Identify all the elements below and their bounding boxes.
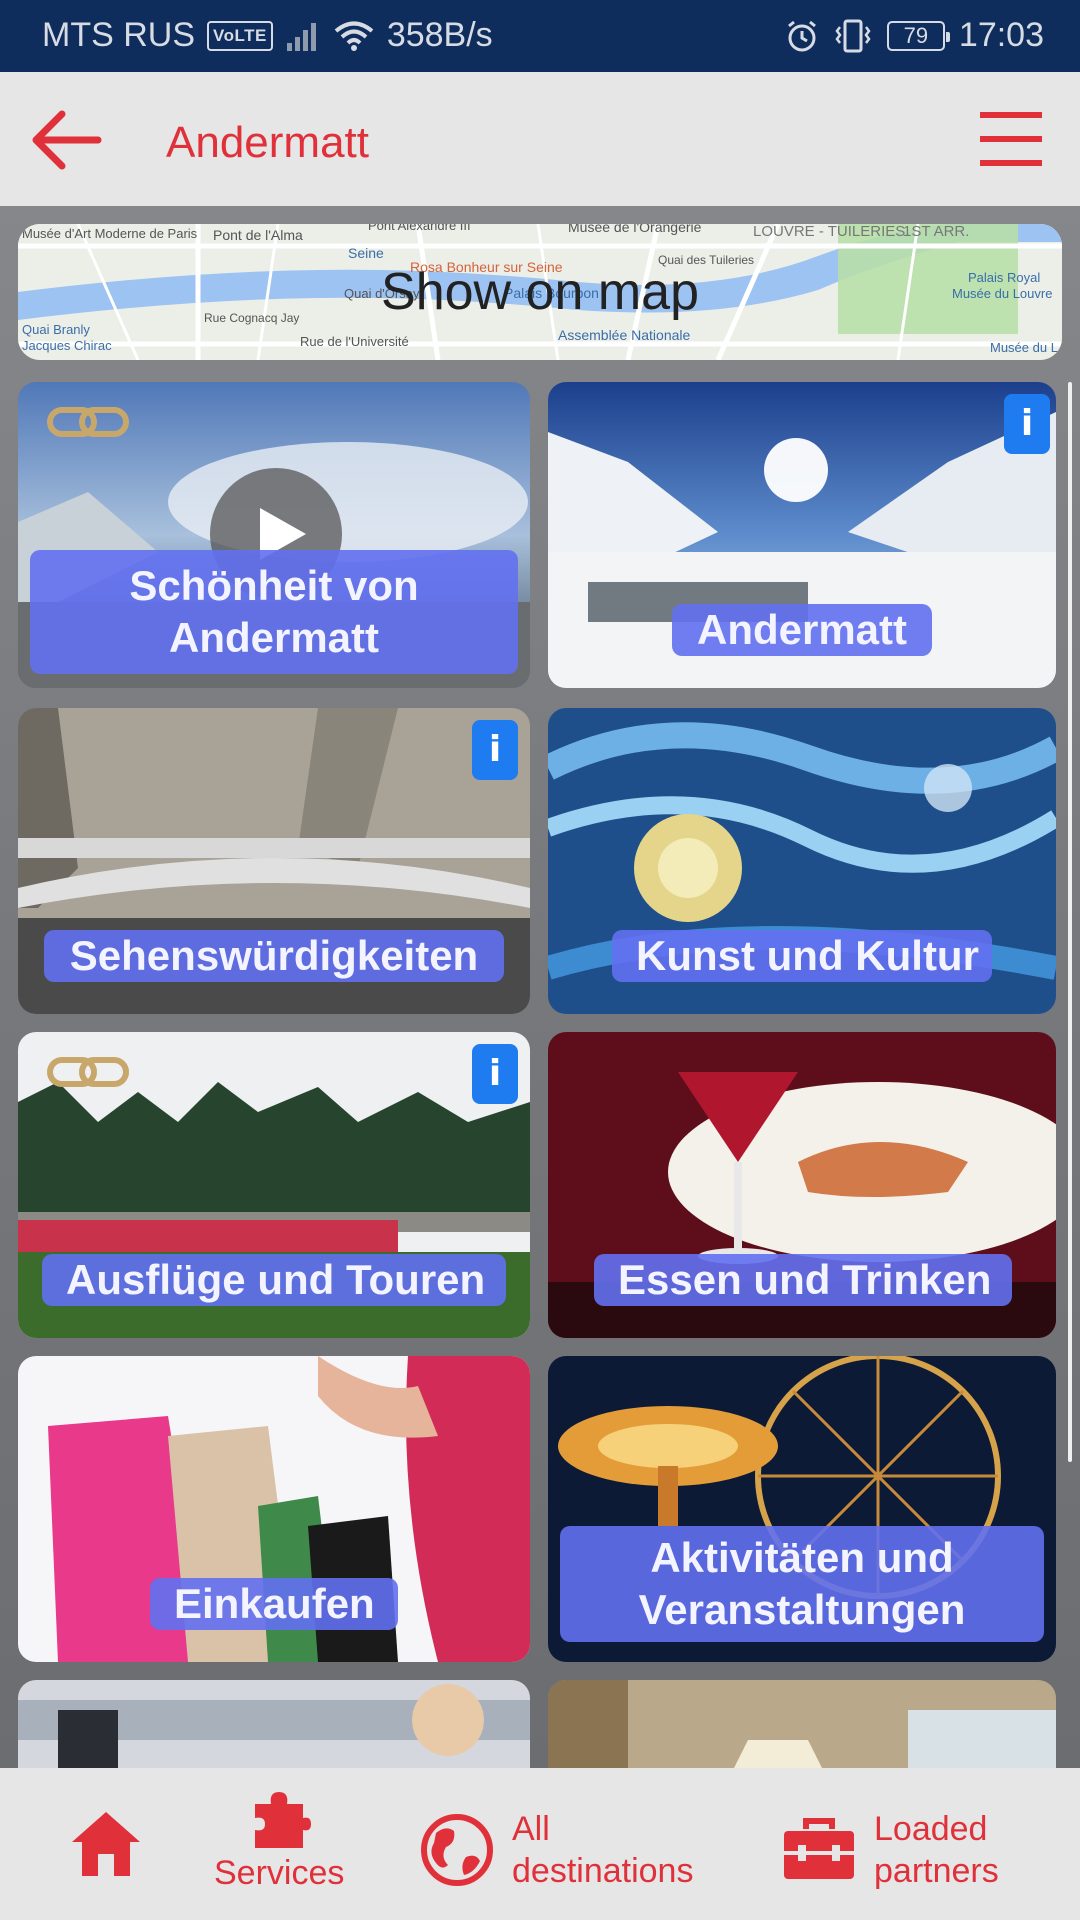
tile-label: Ausflüge und Touren xyxy=(42,1254,506,1306)
app-header: Andermatt xyxy=(0,72,1080,206)
nav-label-line: Loaded xyxy=(874,1810,988,1848)
nav-loaded-partners[interactable]: Loaded partners xyxy=(782,1808,999,1892)
nav-services[interactable]: Services xyxy=(214,1790,344,1894)
home-icon xyxy=(72,1812,140,1876)
nav-label: Services xyxy=(214,1854,345,1892)
tile-kunst-und-kultur[interactable]: Kunst und Kultur xyxy=(548,708,1056,1014)
tile-label: Kunst und Kultur xyxy=(612,930,992,982)
tile-image xyxy=(18,1680,530,1768)
show-on-map-label: Show on map xyxy=(381,263,699,321)
carrier-name: MTS RUS xyxy=(42,16,195,54)
nav-label-line: destinations xyxy=(512,1852,694,1890)
clock: 17:03 xyxy=(958,16,1044,54)
tile-label: Aktivitäten und Veranstaltungen xyxy=(560,1526,1044,1642)
nav-label: Loaded partners xyxy=(874,1808,999,1892)
nav-label-line: All xyxy=(512,1810,550,1848)
tile-label: Essen und Trinken xyxy=(594,1254,1012,1306)
tile-label: Sehenswürdigkeiten xyxy=(44,930,504,982)
network-speed: 358B/s xyxy=(386,16,493,54)
scrollbar[interactable] xyxy=(1068,382,1072,1462)
globe-icon xyxy=(421,1814,493,1886)
nav-all-destinations[interactable]: All destinations xyxy=(420,1808,693,1892)
battery-indicator: 79 xyxy=(886,20,950,51)
tile-label: Einkaufen xyxy=(150,1578,398,1630)
show-on-map-button[interactable]: Musée d'Art Moderne de Paris Pont de l'A… xyxy=(18,224,1062,360)
tile-label-line: Andermatt xyxy=(168,614,380,661)
tile-label-line: Veranstaltungen xyxy=(638,1586,966,1633)
tile-partial-2[interactable] xyxy=(548,1680,1056,1768)
nav-label-line: partners xyxy=(874,1852,999,1890)
tile-image xyxy=(548,1680,1056,1768)
link-icon xyxy=(47,1057,129,1087)
tile-label: Andermatt xyxy=(672,604,932,656)
nav-label: All destinations xyxy=(512,1808,693,1892)
bottom-navigation: Services All destinations Loaded partner… xyxy=(0,1768,1080,1920)
alarm-icon xyxy=(787,20,816,51)
tile-schoenheit-von-andermatt[interactable]: Schönheit von Andermatt xyxy=(18,382,530,688)
wifi-icon xyxy=(334,21,374,51)
arrow-left-icon[interactable] xyxy=(28,102,104,178)
signal-icon xyxy=(286,22,316,51)
tile-label-line: Aktivitäten und xyxy=(650,1534,954,1581)
nav-home[interactable] xyxy=(68,1808,144,1880)
tile-label: Schönheit von Andermatt xyxy=(30,550,518,674)
vibrate-icon xyxy=(835,19,871,52)
tile-ausfluege-und-touren[interactable]: i Ausflüge und Touren xyxy=(18,1032,530,1338)
link-icon xyxy=(47,407,129,437)
tile-label-line: Schönheit von xyxy=(129,562,419,609)
info-icon[interactable]: i xyxy=(472,1044,518,1104)
toolbox-icon xyxy=(784,1818,854,1879)
tile-partial-1[interactable] xyxy=(18,1680,530,1768)
info-icon[interactable]: i xyxy=(1004,394,1050,454)
tile-aktivitaeten-und-veranstaltungen[interactable]: Aktivitäten und Veranstaltungen xyxy=(548,1356,1056,1662)
info-icon[interactable]: i xyxy=(472,720,518,780)
status-bar: MTS RUS VoLTE 358B/s 79 17:03 xyxy=(0,0,1080,72)
content-area[interactable]: Musée d'Art Moderne de Paris Pont de l'A… xyxy=(0,206,1080,1768)
volte-badge: VoLTE xyxy=(207,20,273,51)
tile-essen-und-trinken[interactable]: Essen und Trinken xyxy=(548,1032,1056,1338)
page-title: Andermatt xyxy=(166,118,369,167)
puzzle-icon xyxy=(255,1792,312,1848)
tile-einkaufen[interactable]: Einkaufen xyxy=(18,1356,530,1662)
tile-andermatt[interactable]: i Andermatt xyxy=(548,382,1056,688)
hamburger-menu-icon[interactable] xyxy=(978,106,1044,172)
tile-sehenswuerdigkeiten[interactable]: i Sehenswürdigkeiten xyxy=(18,708,530,1014)
